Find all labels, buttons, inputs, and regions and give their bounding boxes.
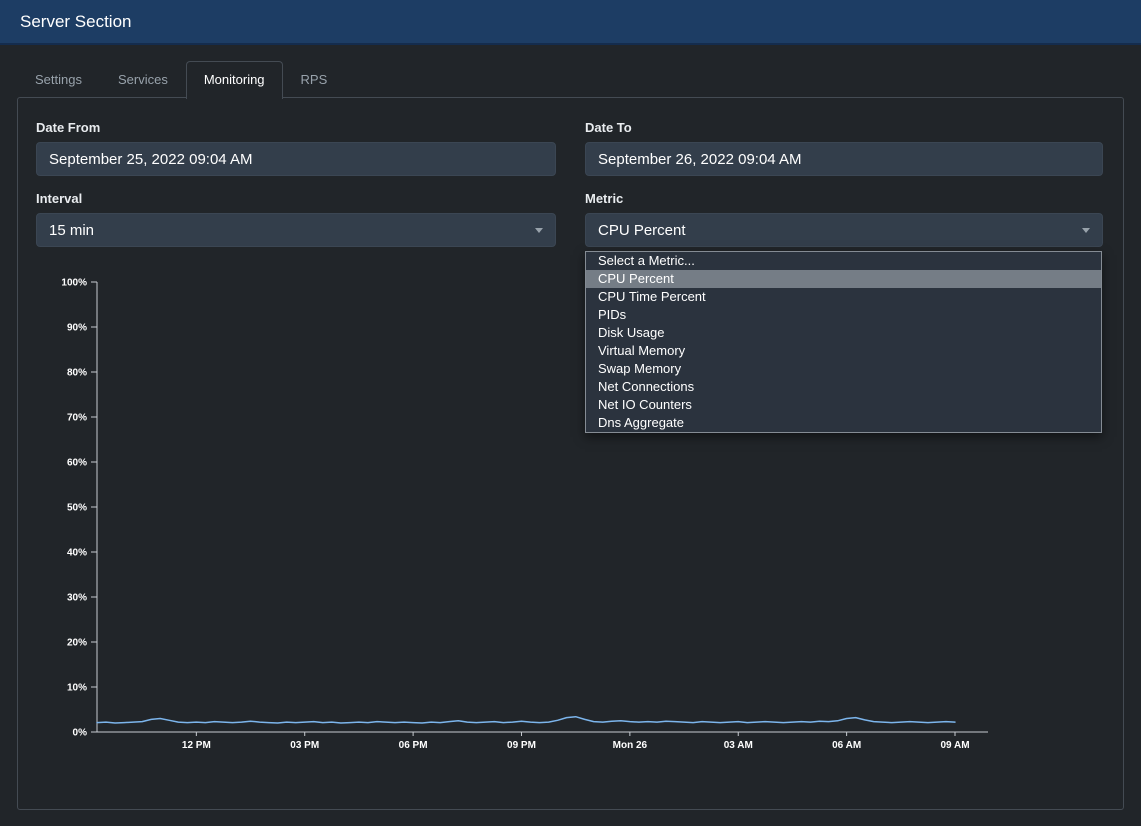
x-tick-label: 12 PM: [182, 740, 211, 751]
date-to-input[interactable]: [585, 142, 1103, 176]
chart-line-cpu-percent[interactable]: [97, 717, 955, 723]
x-tick-label: 03 PM: [290, 740, 319, 751]
date-from-input[interactable]: [36, 142, 556, 176]
y-tick-label: 100%: [61, 278, 87, 289]
metric-option[interactable]: Virtual Memory: [586, 342, 1101, 360]
x-tick-label: Mon 26: [613, 740, 648, 751]
x-tick-label: 09 AM: [940, 740, 969, 751]
page-title: Server Section: [20, 12, 132, 32]
metric-option[interactable]: CPU Percent: [586, 270, 1101, 288]
metric-option[interactable]: Net Connections: [586, 378, 1101, 396]
metric-select[interactable]: CPU Percent: [585, 213, 1103, 247]
date-from-label: Date From: [36, 120, 100, 135]
y-tick-label: 60%: [67, 458, 87, 469]
metric-option[interactable]: Net IO Counters: [586, 396, 1101, 414]
y-tick-label: 0%: [73, 728, 88, 739]
chevron-down-icon: [535, 228, 543, 233]
y-tick-label: 10%: [67, 683, 87, 694]
tab-rps[interactable]: RPS: [283, 61, 346, 98]
y-tick-label: 40%: [67, 548, 87, 559]
tab-settings[interactable]: Settings: [17, 61, 100, 98]
metric-option[interactable]: Dns Aggregate: [586, 414, 1101, 432]
x-tick-label: 09 PM: [507, 740, 536, 751]
app-header: Server Section: [0, 0, 1141, 45]
interval-select-value: 15 min: [49, 222, 94, 239]
y-tick-label: 30%: [67, 593, 87, 604]
date-to-label: Date To: [585, 120, 632, 135]
metric-option[interactable]: PIDs: [586, 306, 1101, 324]
y-tick-label: 20%: [67, 638, 87, 649]
x-tick-label: 06 PM: [399, 740, 428, 751]
interval-select[interactable]: 15 min: [36, 213, 556, 247]
y-tick-label: 90%: [67, 323, 87, 334]
metric-select-value: CPU Percent: [598, 222, 686, 239]
y-tick-label: 80%: [67, 368, 87, 379]
y-tick-label: 50%: [67, 503, 87, 514]
x-tick-label: 03 AM: [724, 740, 753, 751]
interval-label: Interval: [36, 191, 82, 206]
metric-option[interactable]: CPU Time Percent: [586, 288, 1101, 306]
metric-option[interactable]: Disk Usage: [586, 324, 1101, 342]
y-tick-label: 70%: [67, 413, 87, 424]
metric-option[interactable]: Swap Memory: [586, 360, 1101, 378]
metric-label: Metric: [585, 191, 623, 206]
tab-monitoring[interactable]: Monitoring: [186, 61, 283, 99]
metric-option[interactable]: Select a Metric...: [586, 252, 1101, 270]
tab-bar: SettingsServicesMonitoringRPS: [17, 61, 345, 99]
metric-dropdown: Select a Metric...CPU PercentCPU Time Pe…: [585, 251, 1102, 433]
chevron-down-icon: [1082, 228, 1090, 233]
x-tick-label: 06 AM: [832, 740, 861, 751]
tab-services[interactable]: Services: [100, 61, 186, 98]
